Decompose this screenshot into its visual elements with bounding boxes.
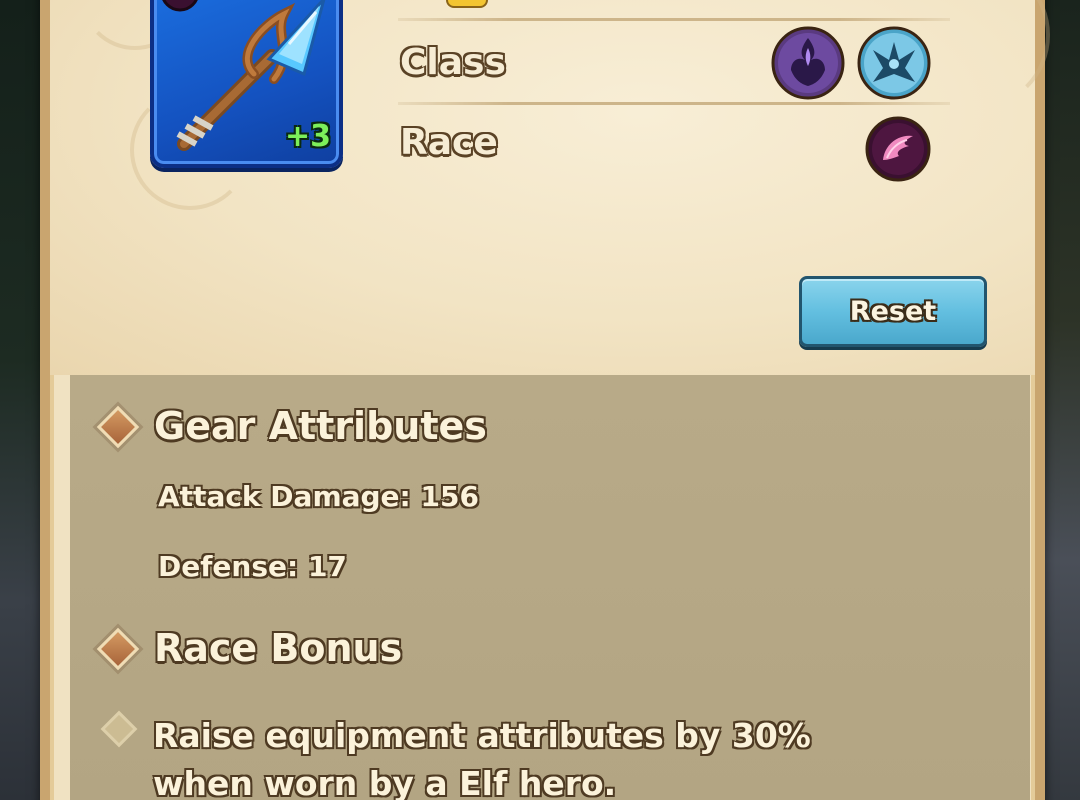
divider-middle [398, 102, 950, 105]
gear-attributes-heading: Gear Attributes [154, 404, 487, 448]
race-bonus-description: Raise equipment attributes by 30% when w… [153, 716, 811, 800]
dark-mage-flame-icon[interactable] [771, 26, 845, 100]
divider-top [398, 18, 950, 21]
elf-wing-icon [160, 0, 200, 12]
tab-indicator [446, 0, 488, 8]
race-label: Race [400, 122, 498, 163]
item-icon-card[interactable]: +3 [150, 0, 343, 168]
race-bonus-heading: Race Bonus [154, 626, 403, 670]
elf-wing-icon[interactable] [865, 116, 931, 182]
defense-stat: Defense: 17 [158, 550, 347, 583]
reset-button[interactable]: Reset [799, 276, 987, 347]
attack-damage-stat: Attack Damage: 156 [158, 480, 479, 513]
ice-wings-icon[interactable] [857, 26, 931, 100]
class-label: Class [400, 42, 506, 83]
item-level-badge: +3 [284, 119, 331, 154]
